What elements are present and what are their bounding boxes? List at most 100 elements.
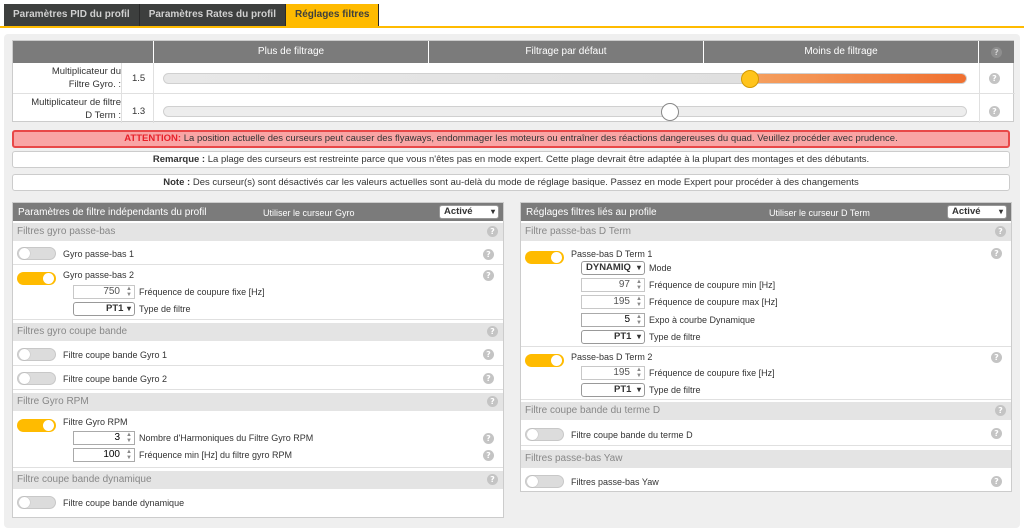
warning-prefix: ATTENTION: bbox=[124, 133, 182, 144]
help-icon[interactable]: ? bbox=[989, 106, 1000, 117]
dterm-lowpass1-max-input[interactable]: 195 ▲ ▼ bbox=[581, 295, 645, 309]
help-icon[interactable]: ? bbox=[991, 47, 1002, 58]
info-note: Note : Des curseur(s) sont désactivés ca… bbox=[12, 174, 1010, 191]
dynamic-notch-toggle[interactable] bbox=[17, 496, 56, 509]
dterm-notch-toggle[interactable] bbox=[525, 428, 564, 441]
dterm-lowpass2-toggle[interactable] bbox=[525, 354, 564, 367]
slider-header-more: Plus de filtrage bbox=[154, 41, 428, 63]
section-title: Filtre passe-bas D Term bbox=[525, 226, 631, 237]
yaw-lowpass-toggle[interactable] bbox=[525, 475, 564, 488]
dterm-lowpass1-mode-label: Mode bbox=[649, 263, 672, 273]
gyro-lowpass2-type-select[interactable]: PT1 ▾ bbox=[73, 302, 135, 316]
gyro-notch2-toggle[interactable] bbox=[17, 372, 56, 385]
spinner-icon[interactable]: ▲ ▼ bbox=[636, 314, 642, 326]
spinner-icon[interactable]: ▲ ▼ bbox=[636, 296, 642, 308]
section-title: Filtres passe-bas Yaw bbox=[525, 453, 623, 464]
gyro-lowpass2-cutoff-input[interactable]: 750 ▲ ▼ bbox=[73, 285, 135, 299]
gyro-multiplier-slider[interactable] bbox=[163, 73, 967, 84]
chevron-down-icon: ▾ bbox=[998, 207, 1003, 216]
dterm-lowpass1-type-select[interactable]: PT1 ▾ bbox=[581, 330, 645, 344]
dterm-notch-row: Filtre coupe bande du terme D ? bbox=[521, 422, 1011, 446]
help-icon[interactable]: ? bbox=[483, 433, 494, 444]
dterm-lowpass1-toggle[interactable] bbox=[525, 251, 564, 264]
help-icon[interactable]: ? bbox=[483, 249, 494, 260]
help-icon[interactable]: ? bbox=[483, 450, 494, 461]
help-icon[interactable]: ? bbox=[995, 405, 1006, 416]
help-icon[interactable]: ? bbox=[995, 226, 1006, 237]
help-icon[interactable]: ? bbox=[487, 396, 498, 407]
help-icon[interactable]: ? bbox=[487, 226, 498, 237]
dterm-multiplier-slider[interactable] bbox=[163, 106, 967, 117]
dterm-lowpass1-min-value: 97 bbox=[618, 279, 630, 290]
help-icon[interactable]: ? bbox=[483, 270, 494, 281]
yaw-lowpass-label: Filtres passe-bas Yaw bbox=[571, 477, 659, 487]
dterm-lowpass2-label: Passe-bas D Term 2 bbox=[571, 352, 653, 362]
dterm-notch-label: Filtre coupe bande du terme D bbox=[571, 430, 693, 440]
filter-slider-table: Plus de filtrage Filtrage par défaut Moi… bbox=[12, 40, 1015, 123]
help-icon[interactable]: ? bbox=[483, 373, 494, 384]
gyro-multiplier-label-line1: Multiplicateur du bbox=[51, 66, 121, 77]
dterm-lowpass1-min-label: Fréquence de coupure min [Hz] bbox=[649, 280, 776, 290]
gyro-lowpass2-toggle[interactable] bbox=[17, 272, 56, 285]
tab-pid-settings[interactable]: Paramètres PID du profil bbox=[4, 4, 140, 26]
dterm-lowpass2-type-label: Type de filtre bbox=[649, 385, 701, 395]
help-icon[interactable]: ? bbox=[483, 349, 494, 360]
section-title: Filtre coupe bande du terme D bbox=[525, 405, 661, 416]
help-icon[interactable]: ? bbox=[991, 428, 1002, 439]
section-dterm-lowpass: Filtre passe-bas D Term ? bbox=[521, 223, 1011, 241]
gyro-rpm-label: Filtre Gyro RPM bbox=[63, 417, 128, 427]
tab-filter-settings[interactable]: Réglages filtres bbox=[285, 4, 380, 26]
gyro-multiplier-value: 1.5 bbox=[132, 73, 146, 84]
dterm-lowpass2-cutoff-input[interactable]: 195 ▲ ▼ bbox=[581, 366, 645, 380]
profile-independent-filters-panel: Paramètres de filtre indépendants du pro… bbox=[12, 202, 504, 518]
help-icon[interactable]: ? bbox=[991, 352, 1002, 363]
help-icon[interactable]: ? bbox=[487, 474, 498, 485]
dterm-lowpass2-cutoff-label: Fréquence de coupure fixe [Hz] bbox=[649, 368, 775, 378]
dterm-multiplier-label-line2: D Term : bbox=[85, 110, 121, 121]
rpm-harmonics-input[interactable]: 3 ▲ ▼ bbox=[73, 431, 135, 445]
tab-rates-settings[interactable]: Paramètres Rates du profil bbox=[139, 4, 286, 26]
dynamic-notch-label: Filtre coupe bande dynamique bbox=[63, 498, 185, 508]
gyro-lowpass2-cutoff-label: Fréquence de coupure fixe [Hz] bbox=[139, 287, 265, 297]
gyro-lowpass2-row: Gyro passe-bas 2 ? 750 ▲ ▼ Fréquence de co… bbox=[13, 266, 503, 320]
gyro-slider-select[interactable]: Activé ▾ bbox=[439, 205, 499, 219]
dterm-lowpass1-min-input[interactable]: 97 ▲ ▼ bbox=[581, 278, 645, 292]
spinner-icon[interactable]: ▲ ▼ bbox=[636, 367, 642, 379]
panel-header: Paramètres de filtre indépendants du pro… bbox=[13, 203, 503, 221]
rpm-harmonics-value: 3 bbox=[114, 432, 120, 443]
dterm-lowpass1-max-label: Fréquence de coupure max [Hz] bbox=[649, 297, 778, 307]
panel-header: Réglages filtres liés au profile Utilise… bbox=[521, 203, 1011, 221]
profile-filters-panel: Réglages filtres liés au profile Utilise… bbox=[520, 202, 1012, 492]
chevron-down-icon: ▾ bbox=[126, 304, 131, 313]
spinner-icon[interactable]: ▲ ▼ bbox=[636, 279, 642, 291]
dterm-slider-select-value: Activé bbox=[952, 206, 981, 217]
dterm-lowpass2-type-select[interactable]: PT1 ▾ bbox=[581, 383, 645, 397]
dterm-multiplier-value: 1.3 bbox=[132, 106, 146, 117]
use-dterm-slider-label: Utiliser le curseur D Term bbox=[769, 208, 870, 218]
dterm-multiplier-slider-handle[interactable] bbox=[660, 103, 679, 121]
help-icon[interactable]: ? bbox=[989, 73, 1000, 84]
help-icon[interactable]: ? bbox=[487, 326, 498, 337]
gyro-lowpass1-toggle[interactable] bbox=[17, 247, 56, 260]
gyro-notch1-toggle[interactable] bbox=[17, 348, 56, 361]
dterm-slider-select[interactable]: Activé ▾ bbox=[947, 205, 1007, 219]
help-icon[interactable]: ? bbox=[991, 476, 1002, 487]
spinner-icon[interactable]: ▲ ▼ bbox=[126, 432, 132, 444]
dterm-lowpass1-expo-input[interactable]: 5 ▲ ▼ bbox=[581, 313, 645, 327]
section-dterm-notch: Filtre coupe bande du terme D ? bbox=[521, 402, 1011, 420]
spinner-icon[interactable]: ▲ ▼ bbox=[126, 286, 132, 298]
remark-note: Remarque : La plage des curseurs est res… bbox=[12, 151, 1010, 168]
gyro-rpm-toggle[interactable] bbox=[17, 419, 56, 432]
spinner-icon[interactable]: ▲ ▼ bbox=[126, 449, 132, 461]
gyro-rpm-row: Filtre Gyro RPM 3 ▲ ▼ Nombre d'Harmoniques… bbox=[13, 413, 503, 468]
note-prefix: Note : bbox=[163, 177, 191, 188]
rpm-min-freq-input[interactable]: 100 ▲ ▼ bbox=[73, 448, 135, 462]
tab-bar: Paramètres PID du profil Paramètres Rate… bbox=[4, 4, 380, 26]
rpm-min-freq-value: 100 bbox=[103, 449, 120, 460]
warning-text: La position actuelle des curseurs peut c… bbox=[181, 133, 898, 144]
gyro-lowpass2-label: Gyro passe-bas 2 bbox=[63, 270, 135, 280]
yaw-lowpass-row: Filtres passe-bas Yaw ? bbox=[521, 470, 1011, 492]
help-icon[interactable]: ? bbox=[991, 248, 1002, 259]
gyro-multiplier-slider-handle[interactable] bbox=[740, 70, 759, 88]
dterm-lowpass1-mode-select[interactable]: DYNAMIQ ▾ bbox=[581, 261, 645, 275]
